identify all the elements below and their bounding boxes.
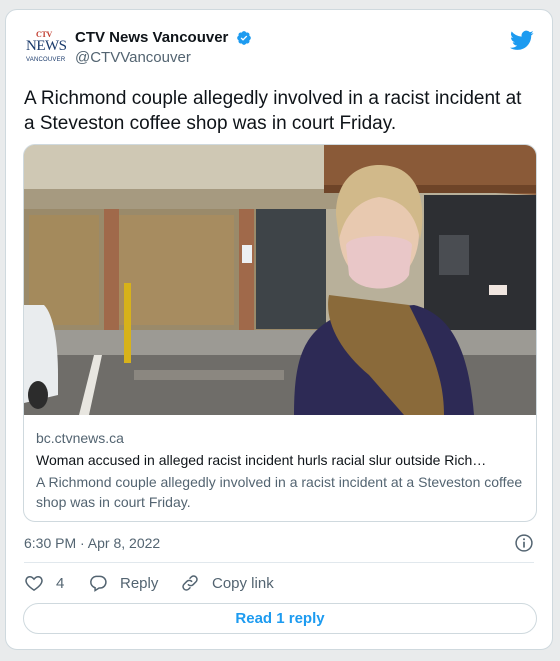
read-replies-button[interactable]: Read 1 reply (23, 603, 537, 634)
like-button[interactable]: 4 (24, 570, 64, 596)
link-description: A Richmond couple allegedly involved in … (36, 474, 523, 510)
link-title[interactable]: Woman accused in alleged racist incident… (36, 450, 524, 470)
reply-bubble-icon (90, 575, 107, 592)
divider (24, 562, 534, 563)
link-preview-image[interactable] (24, 145, 536, 415)
info-icon[interactable] (514, 533, 534, 553)
heart-icon (25, 575, 43, 591)
logo-city-text: VANCOUVER (26, 57, 66, 63)
link-icon (182, 575, 198, 591)
tweet-text: A Richmond couple allegedly involved in … (24, 88, 522, 134)
copy-link-button[interactable]: Copy link (180, 570, 274, 596)
avatar[interactable]: CTV NEWS VANCOUVER (24, 30, 67, 70)
twitter-bird-icon[interactable] (510, 28, 534, 52)
copy-link-label: Copy link (212, 574, 274, 592)
author-display-name[interactable]: CTV News Vancouver (75, 28, 228, 48)
like-count: 4 (56, 574, 65, 592)
tweet-timestamp[interactable]: 6:30 PM · Apr 8, 2022 (24, 535, 160, 551)
author-handle[interactable]: @CTVVancouver (75, 48, 252, 68)
tweet-card: CTV NEWS VANCOUVER CTV News Vancouver @C… (5, 9, 553, 650)
reply-label: Reply (120, 574, 159, 592)
link-preview-body: bc.ctvnews.ca Woman accused in alleged r… (36, 428, 524, 512)
reply-button[interactable]: Reply (88, 570, 158, 596)
author-info: CTV News Vancouver @CTVVancouver (75, 28, 252, 68)
verified-badge-icon (236, 30, 252, 46)
logo-news-text: NEWS (26, 38, 67, 54)
link-preview-card[interactable]: bc.ctvnews.ca Woman accused in alleged r… (23, 144, 537, 522)
tweet-actions: 4 Reply Copy link (24, 570, 534, 596)
link-domain: bc.ctvnews.ca (36, 430, 124, 446)
tweet-header: CTV NEWS VANCOUVER CTV News Vancouver @C… (24, 28, 534, 72)
tweet-meta: 6:30 PM · Apr 8, 2022 (24, 532, 534, 554)
